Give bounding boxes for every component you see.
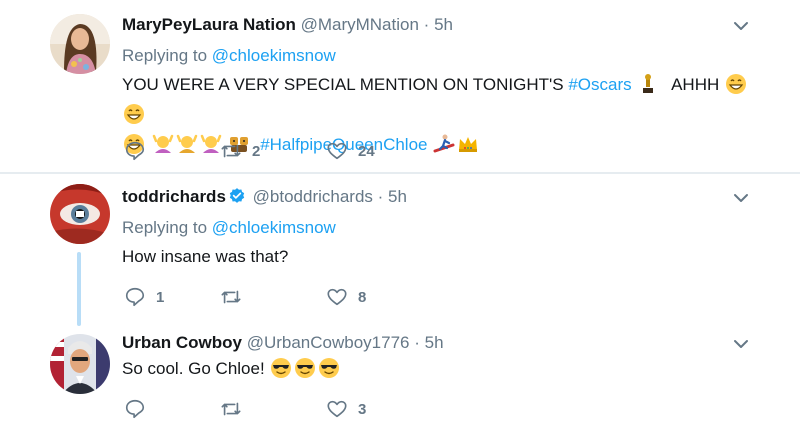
separator-dot: ·: [377, 187, 384, 206]
retweet-button[interactable]: 2: [220, 140, 260, 162]
user-handle[interactable]: @MaryMNation: [301, 15, 419, 34]
like-count: 3: [358, 400, 367, 418]
tweet-text-part: AHHH: [671, 75, 720, 94]
heart-icon: [327, 400, 347, 418]
heart-icon: [327, 288, 347, 306]
display-name[interactable]: MaryPeyLaura Nation: [122, 15, 296, 34]
timestamp[interactable]: 5h: [425, 333, 444, 352]
tweet-actions: 3: [0, 398, 800, 422]
sunglasses-face-icon: [319, 358, 340, 378]
display-name[interactable]: toddrichards: [122, 187, 226, 206]
verified-badge-icon: [229, 188, 245, 203]
reply-icon: [125, 287, 145, 307]
tweet-urbancowboy[interactable]: Urban Cowboy @UrbanCowboy1776 · 5h So co…: [0, 324, 800, 428]
avatar-marypeylaura[interactable]: [50, 14, 110, 74]
tweet-text-part: So cool. Go Chloe!: [122, 359, 265, 378]
avatar-toddrichards-image: [50, 184, 110, 244]
separator-dot: ·: [423, 15, 430, 34]
tweet-text-part: YOU WERE A VERY SPECIAL MENTION ON TONIG…: [122, 75, 564, 94]
avatar-urbancowboy[interactable]: [50, 334, 110, 394]
sunglasses-face-icon: [271, 358, 292, 378]
tweet-header: MaryPeyLaura Nation @MaryMNation · 5h: [122, 15, 453, 35]
avatar-urbancowboy-image: [50, 334, 110, 394]
replying-to: Replying to @chloekimsnow: [122, 218, 336, 238]
like-count: 8: [358, 288, 367, 306]
tweet-toddrichards[interactable]: toddrichards @btoddrichards · 5h Replyin…: [0, 174, 800, 326]
trophy-icon: [643, 74, 654, 93]
retweet-icon: [221, 290, 241, 304]
tweet-header: Urban Cowboy @UrbanCowboy1776 · 5h: [122, 333, 444, 353]
replying-to-label: Replying to: [122, 218, 208, 237]
display-name[interactable]: Urban Cowboy: [122, 333, 242, 352]
like-button[interactable]: 8: [326, 286, 366, 308]
retweet-count: 2: [252, 142, 261, 160]
user-handle[interactable]: @btoddrichards: [253, 187, 373, 206]
chevron-down-icon[interactable]: [733, 21, 749, 31]
user-handle[interactable]: @UrbanCowboy1776: [247, 333, 410, 352]
like-button[interactable]: 3: [326, 398, 366, 420]
timestamp[interactable]: 5h: [388, 187, 407, 206]
retweet-icon: [221, 144, 241, 158]
retweet-icon: [221, 402, 241, 416]
avatar-marypeylaura-image: [50, 14, 110, 74]
mention-link[interactable]: @chloekimsnow: [212, 46, 336, 65]
tweet-header: toddrichards @btoddrichards · 5h: [122, 187, 407, 207]
like-count: 24: [358, 142, 375, 160]
reply-button[interactable]: [124, 398, 156, 420]
like-button[interactable]: 24: [326, 140, 375, 162]
mention-link[interactable]: @chloekimsnow: [212, 218, 336, 237]
reply-count: 1: [156, 288, 165, 306]
grinning-face-icon: [124, 104, 144, 124]
reply-button[interactable]: 1: [124, 286, 164, 308]
replying-to: Replying to @chloekimsnow: [122, 46, 336, 66]
reply-button[interactable]: [124, 140, 156, 162]
chevron-down-icon[interactable]: [733, 339, 749, 349]
chevron-down-icon[interactable]: [733, 193, 749, 203]
hashtag-link[interactable]: #Oscars: [568, 75, 631, 94]
retweet-button[interactable]: [220, 398, 252, 420]
tweet-marypeylaura[interactable]: MaryPeyLaura Nation @MaryMNation · 5h Re…: [0, 0, 800, 172]
separator-dot: ·: [414, 333, 420, 352]
reply-icon: [125, 141, 145, 161]
reply-icon: [125, 399, 145, 419]
sunglasses-face-icon: [295, 358, 316, 378]
tweet-text: How insane was that?: [122, 247, 289, 266]
tweet-text: So cool. Go Chloe!: [122, 354, 341, 384]
avatar-toddrichards[interactable]: [50, 184, 110, 244]
retweet-button[interactable]: [220, 286, 252, 308]
tweet-actions: 1 8: [0, 286, 800, 310]
replying-to-label: Replying to: [122, 46, 208, 65]
heart-icon: [327, 142, 347, 160]
timestamp[interactable]: 5h: [434, 15, 453, 34]
tweet-actions: 2 24: [0, 140, 800, 164]
grinning-face-icon: [725, 74, 746, 94]
